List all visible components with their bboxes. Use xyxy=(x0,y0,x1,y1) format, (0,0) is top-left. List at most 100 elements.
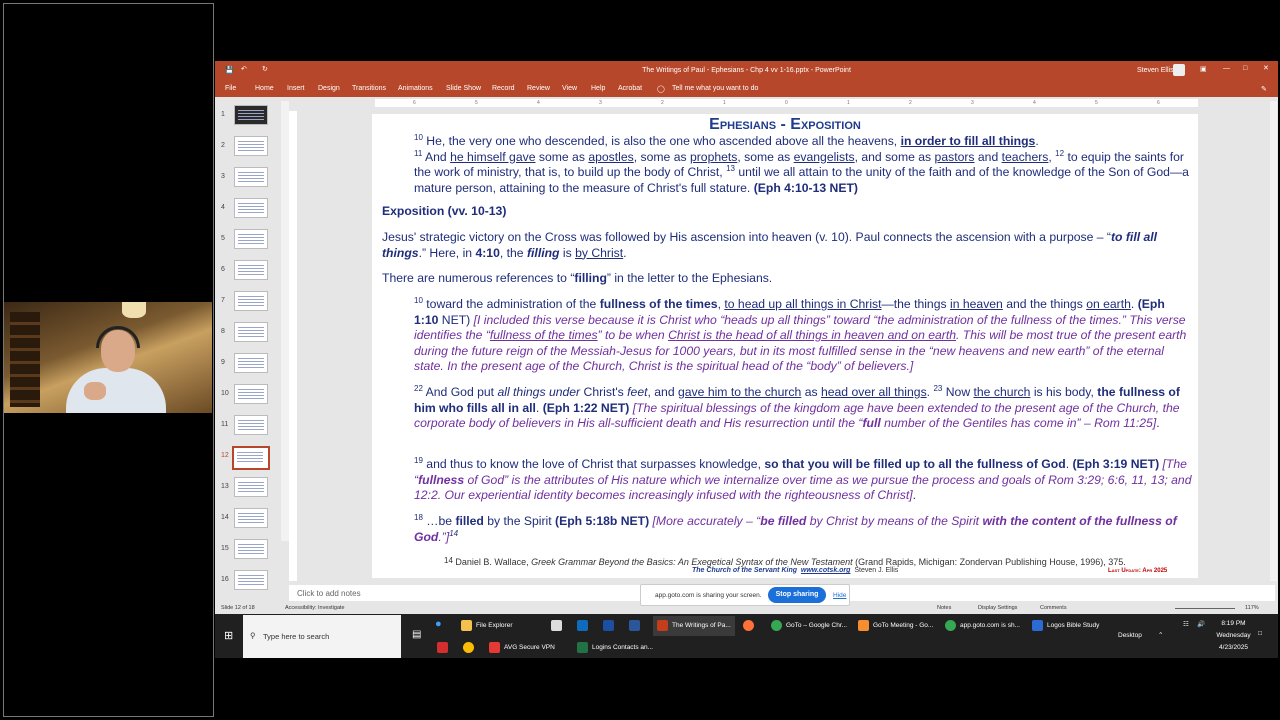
taskbar-goto-meeting[interactable]: GoTo Meeting - Go... xyxy=(858,616,933,636)
references-intro: There are numerous references to “fillin… xyxy=(382,271,773,285)
comment-icon[interactable]: ✎ xyxy=(1261,85,1267,93)
ruler-tick-label: 2 xyxy=(909,100,912,106)
tab-file[interactable]: File xyxy=(225,85,236,92)
display-settings-button[interactable]: Display Settings xyxy=(978,605,1017,611)
taskbar-store[interactable] xyxy=(551,616,566,636)
user-name[interactable]: Steven Ellis xyxy=(1137,67,1174,74)
desktop-label[interactable]: Desktop xyxy=(1118,632,1142,639)
tab-acrobat[interactable]: Acrobat xyxy=(618,85,642,92)
ruler-tick-label: 5 xyxy=(1095,100,1098,106)
word-icon xyxy=(629,619,640,631)
slide-thumbnail[interactable] xyxy=(234,229,268,249)
tab-insert[interactable]: Insert xyxy=(287,85,305,92)
accessibility-status[interactable]: Accessibility: Investigate xyxy=(285,605,345,611)
ruler-tick-label: 1 xyxy=(847,100,850,106)
logos-icon xyxy=(1032,619,1043,631)
tab-slide-show[interactable]: Slide Show xyxy=(446,85,481,92)
edge-icon[interactable]: ● xyxy=(435,618,442,630)
taskbar-acrobat[interactable] xyxy=(437,638,452,658)
taskbar-logos[interactable]: Logos Bible Study xyxy=(1032,616,1099,636)
slide-thumbnail[interactable] xyxy=(234,105,268,125)
zoom-level[interactable]: 117% xyxy=(1245,605,1259,611)
ruler-tick-label: 6 xyxy=(1157,100,1160,106)
hide-button[interactable]: Hide xyxy=(833,592,846,599)
slide-thumbnail[interactable] xyxy=(234,508,268,528)
notification-icon[interactable]: □ xyxy=(1258,630,1262,637)
notes-button[interactable]: Notes xyxy=(937,605,951,611)
tab-review[interactable]: Review xyxy=(527,85,550,92)
taskbar-file-explorer[interactable]: File Explorer xyxy=(461,616,512,636)
slide-thumbnail[interactable] xyxy=(234,353,268,373)
thumbnail-number: 7 xyxy=(221,297,225,304)
task-view-icon[interactable]: ▤ xyxy=(412,629,421,640)
windows-taskbar: ⊞ ⚲ Type here to search ▤ ● File Explorer… xyxy=(215,614,1278,658)
taskbar-outlook[interactable] xyxy=(577,616,592,636)
zoom-slider[interactable] xyxy=(1175,608,1235,609)
slide-thumbnail[interactable] xyxy=(234,260,268,280)
slide-thumbnail[interactable] xyxy=(234,167,268,187)
slide-thumbnail[interactable] xyxy=(234,415,268,435)
tab-transitions[interactable]: Transitions xyxy=(352,85,386,92)
scripture-block-1: 10 He, the very one who descended, is al… xyxy=(414,133,1189,195)
tab-view[interactable]: View xyxy=(562,85,577,92)
slide-thumbnail[interactable] xyxy=(234,539,268,559)
slide-thumbnail[interactable] xyxy=(234,477,268,497)
chevron-up-icon[interactable]: ⌃ xyxy=(1158,631,1163,639)
chrome-icon xyxy=(771,619,782,631)
taskbar-powerpoint[interactable]: The Writings of Pa... xyxy=(653,616,735,636)
taskbar-word[interactable] xyxy=(629,616,644,636)
slide-thumbnail[interactable] xyxy=(232,446,270,470)
taskbar-firefox[interactable] xyxy=(743,616,758,636)
slide-scrollbar[interactable] xyxy=(1270,101,1277,581)
close-icon[interactable]: ✕ xyxy=(1263,64,1269,72)
last-update: Last Update: Apr 2025 xyxy=(1108,568,1168,574)
taskbar-outlook-2[interactable] xyxy=(603,616,618,636)
slide-thumbnail[interactable] xyxy=(234,570,268,590)
network-icon[interactable]: ☷ xyxy=(1183,620,1189,628)
clock-day: Wednesday xyxy=(1216,632,1251,639)
slide-thumbnail[interactable] xyxy=(234,291,268,311)
tab-animations[interactable]: Animations xyxy=(398,85,433,92)
tab-help[interactable]: Help xyxy=(591,85,605,92)
thumbnail-number: 2 xyxy=(221,142,225,149)
ribbon-display-icon[interactable]: ▣ xyxy=(1200,65,1207,73)
ruler-tick-label: 4 xyxy=(537,100,540,106)
thumbnail-number: 3 xyxy=(221,173,225,180)
horizontal-ruler: 6 5 4 3 2 1 0 1 2 3 4 5 6 xyxy=(375,99,1198,107)
folder-icon xyxy=(461,619,472,631)
exposition-paragraph: Jesus' strategic victory on the Cross wa… xyxy=(382,230,1158,260)
thumbnail-number: 10 xyxy=(221,390,229,397)
taskbar-search[interactable]: ⚲ Type here to search xyxy=(243,615,401,658)
tab-record[interactable]: Record xyxy=(492,85,515,92)
windows-start-icon[interactable]: ⊞ xyxy=(224,629,233,642)
tab-design[interactable]: Design xyxy=(318,85,340,92)
avatar[interactable] xyxy=(1173,64,1185,76)
tell-me-search[interactable]: Tell me what you want to do xyxy=(672,85,758,92)
taskbar-excel[interactable]: Logins Contacts an... xyxy=(577,638,653,658)
taskbar-chrome-3[interactable] xyxy=(463,638,478,658)
slide-canvas[interactable]: Ephesians - Exposition 10 He, the very o… xyxy=(372,114,1198,578)
taskbar-goto-share[interactable]: app.goto.com is sh... xyxy=(945,616,1020,636)
chrome-icon-3 xyxy=(463,641,474,653)
bookshelf xyxy=(10,312,40,407)
thumbnail-scrollbar[interactable] xyxy=(281,101,289,541)
clock-time[interactable]: 8:19 PM xyxy=(1211,620,1256,627)
maximize-icon[interactable]: □ xyxy=(1243,65,1247,72)
tab-home[interactable]: Home xyxy=(255,85,274,92)
ruler-tick-label: 3 xyxy=(599,100,602,106)
comments-button[interactable]: Comments xyxy=(1040,605,1067,611)
minimize-icon[interactable]: — xyxy=(1223,65,1230,72)
volume-icon[interactable]: 🔊 xyxy=(1197,620,1205,628)
thumbnail-number: 4 xyxy=(221,204,225,211)
slide-thumbnail[interactable] xyxy=(234,322,268,342)
slide-thumbnail[interactable] xyxy=(234,384,268,404)
vertical-ruler xyxy=(289,111,297,581)
taskbar-avg-vpn[interactable]: AVG Secure VPN xyxy=(489,638,555,658)
slide-thumbnail[interactable] xyxy=(234,198,268,218)
lightbulb-icon: ◯ xyxy=(657,86,665,93)
speaker-body xyxy=(66,368,166,413)
slide-thumbnail[interactable] xyxy=(234,136,268,156)
taskbar-goto-chrome[interactable]: GoTo – Google Chr... xyxy=(771,616,847,636)
stop-sharing-button[interactable]: Stop sharing xyxy=(768,587,826,603)
outlook-icon xyxy=(577,619,588,631)
